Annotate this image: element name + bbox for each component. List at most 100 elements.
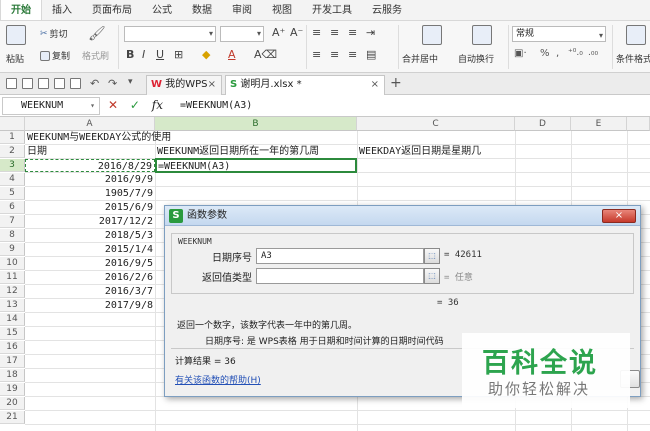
row-header-19[interactable]: 19	[0, 383, 25, 396]
align-middle-icon[interactable]: ≡	[330, 26, 339, 39]
row-header-1[interactable]: 1	[0, 131, 25, 144]
paste-button[interactable]: 粘贴	[6, 25, 26, 65]
row-header-7[interactable]: 7	[0, 215, 25, 228]
cell-a6[interactable]: 2015/6/9	[25, 201, 155, 214]
export-icon[interactable]	[70, 78, 81, 89]
italic-icon[interactable]: I	[142, 48, 145, 61]
menu-data[interactable]: 数据	[182, 0, 222, 20]
cut-button[interactable]: ✂ 剪切	[40, 27, 68, 41]
column-header-c[interactable]: C	[357, 117, 515, 131]
dialog-close-button[interactable]: ×	[602, 209, 636, 223]
arg2-input[interactable]	[256, 268, 424, 284]
menu-view[interactable]: 视图	[262, 0, 302, 20]
border-icon[interactable]: ⊞	[174, 48, 183, 61]
auto-wrap-button[interactable]	[468, 25, 492, 45]
cell-c2[interactable]: WEEKDAY返回日期是星期几	[359, 145, 481, 158]
font-name-select[interactable]: ▾	[124, 26, 216, 42]
cell-b3[interactable]: =WEEKNUM(A3)	[155, 158, 357, 173]
close-icon[interactable]: ×	[208, 76, 216, 94]
formula-input[interactable]: =WEEKNUM(A3)	[180, 98, 252, 114]
conditional-format-button[interactable]	[626, 25, 646, 45]
row-header-6[interactable]: 6	[0, 201, 25, 214]
cell-a1[interactable]: WEEKUNM与WEEKDAY公式的使用	[27, 131, 171, 144]
new-tab-button[interactable]: +	[390, 75, 402, 91]
align-right-icon[interactable]: ≡	[348, 48, 357, 61]
menu-page-layout[interactable]: 页面布局	[82, 0, 142, 20]
collapse-dialog-icon[interactable]: ⬚	[424, 268, 440, 284]
row-header-8[interactable]: 8	[0, 229, 25, 242]
copy-button[interactable]: 复制	[40, 49, 70, 62]
column-header-a[interactable]: A	[25, 117, 155, 131]
bold-icon[interactable]: B	[126, 48, 134, 61]
cell-a3[interactable]: 2016/8/29	[25, 159, 155, 172]
menu-home[interactable]: 开始	[0, 0, 42, 20]
insert-function-icon[interactable]: fx	[152, 98, 163, 112]
increase-font-icon[interactable]: A⁺	[272, 26, 285, 39]
align-bottom-icon[interactable]: ≡	[348, 26, 357, 39]
menu-insert[interactable]: 插入	[42, 0, 82, 20]
menu-cloud[interactable]: 云服务	[362, 0, 412, 20]
row-header-2[interactable]: 2	[0, 145, 25, 158]
row-header-20[interactable]: 20	[0, 397, 25, 410]
row-header-12[interactable]: 12	[0, 285, 25, 298]
confirm-icon[interactable]: ✓	[130, 98, 140, 112]
row-header-3[interactable]: 3	[0, 159, 25, 172]
row-header-15[interactable]: 15	[0, 327, 25, 340]
indent-icon[interactable]: ⇥	[366, 26, 375, 39]
name-box[interactable]: WEEKNUM ▾	[2, 97, 100, 115]
cell-a5[interactable]: 1905/7/9	[25, 187, 155, 200]
increase-decimal-icon[interactable]: ⁺⁰.₀	[568, 48, 583, 58]
cell-a7[interactable]: 2017/12/2	[25, 215, 155, 228]
menu-icon[interactable]	[6, 78, 17, 89]
column-header-d[interactable]: D	[515, 117, 571, 131]
close-icon[interactable]: ×	[371, 76, 379, 94]
row-header-9[interactable]: 9	[0, 243, 25, 256]
font-color-icon[interactable]: A	[228, 48, 236, 61]
function-help-link[interactable]: 有关该函数的帮助(H)	[175, 373, 261, 386]
currency-icon[interactable]: ▣·	[514, 48, 527, 59]
menu-review[interactable]: 审阅	[222, 0, 262, 20]
undo-icon[interactable]: ↶	[90, 77, 99, 90]
menu-formulas[interactable]: 公式	[142, 0, 182, 20]
thousands-icon[interactable]: ,	[556, 48, 559, 59]
row-header-18[interactable]: 18	[0, 369, 25, 382]
clear-format-icon[interactable]: A⌫	[254, 48, 277, 61]
cell-a13[interactable]: 2017/9/8	[25, 299, 155, 312]
cell-a4[interactable]: 2016/9/9	[25, 173, 155, 186]
cell-a12[interactable]: 2016/3/7	[25, 285, 155, 298]
row-header-11[interactable]: 11	[0, 271, 25, 284]
column-header-f[interactable]	[627, 117, 650, 131]
arg1-input[interactable]: A3	[256, 248, 424, 264]
tab-my-wps[interactable]: W 我的WPS ×	[146, 75, 222, 95]
align-center-icon[interactable]: ≡	[330, 48, 339, 61]
column-header-e[interactable]: E	[571, 117, 627, 131]
row-header-5[interactable]: 5	[0, 187, 25, 200]
cell-b2[interactable]: WEEKUNM返回日期所在一年的第几周	[157, 145, 319, 158]
print-preview-icon[interactable]	[54, 78, 65, 89]
select-all-corner[interactable]	[0, 117, 25, 131]
row-header-17[interactable]: 17	[0, 355, 25, 368]
print-icon[interactable]	[38, 78, 49, 89]
cell-a8[interactable]: 2018/5/3	[25, 229, 155, 242]
menu-developer[interactable]: 开发工具	[302, 0, 362, 20]
cell-a9[interactable]: 2015/1/4	[25, 243, 155, 256]
format-painter-button[interactable]: 格式刷	[82, 49, 109, 62]
row-header-16[interactable]: 16	[0, 341, 25, 354]
row-header-14[interactable]: 14	[0, 313, 25, 326]
customize-chevron-icon[interactable]: ▾	[128, 77, 133, 87]
save-icon[interactable]	[22, 78, 33, 89]
cell-a2[interactable]: 日期	[27, 145, 47, 158]
row-header-13[interactable]: 13	[0, 299, 25, 312]
collapse-dialog-icon[interactable]: ⬚	[424, 248, 440, 264]
column-header-b[interactable]: B	[155, 117, 357, 131]
font-size-select[interactable]: ▾	[220, 26, 264, 42]
dialog-title-bar[interactable]: S 函数参数 ×	[165, 206, 640, 226]
percent-icon[interactable]: %	[540, 48, 550, 59]
distributed-icon[interactable]: ▤	[366, 48, 376, 61]
align-left-icon[interactable]: ≡	[312, 48, 321, 61]
decrease-font-icon[interactable]: A⁻	[290, 26, 303, 39]
merge-center-button[interactable]	[418, 25, 442, 45]
decrease-decimal-icon[interactable]: .₀₀	[588, 48, 598, 58]
fill-color-icon[interactable]: ◆	[202, 48, 210, 61]
redo-icon[interactable]: ↷	[108, 77, 117, 90]
